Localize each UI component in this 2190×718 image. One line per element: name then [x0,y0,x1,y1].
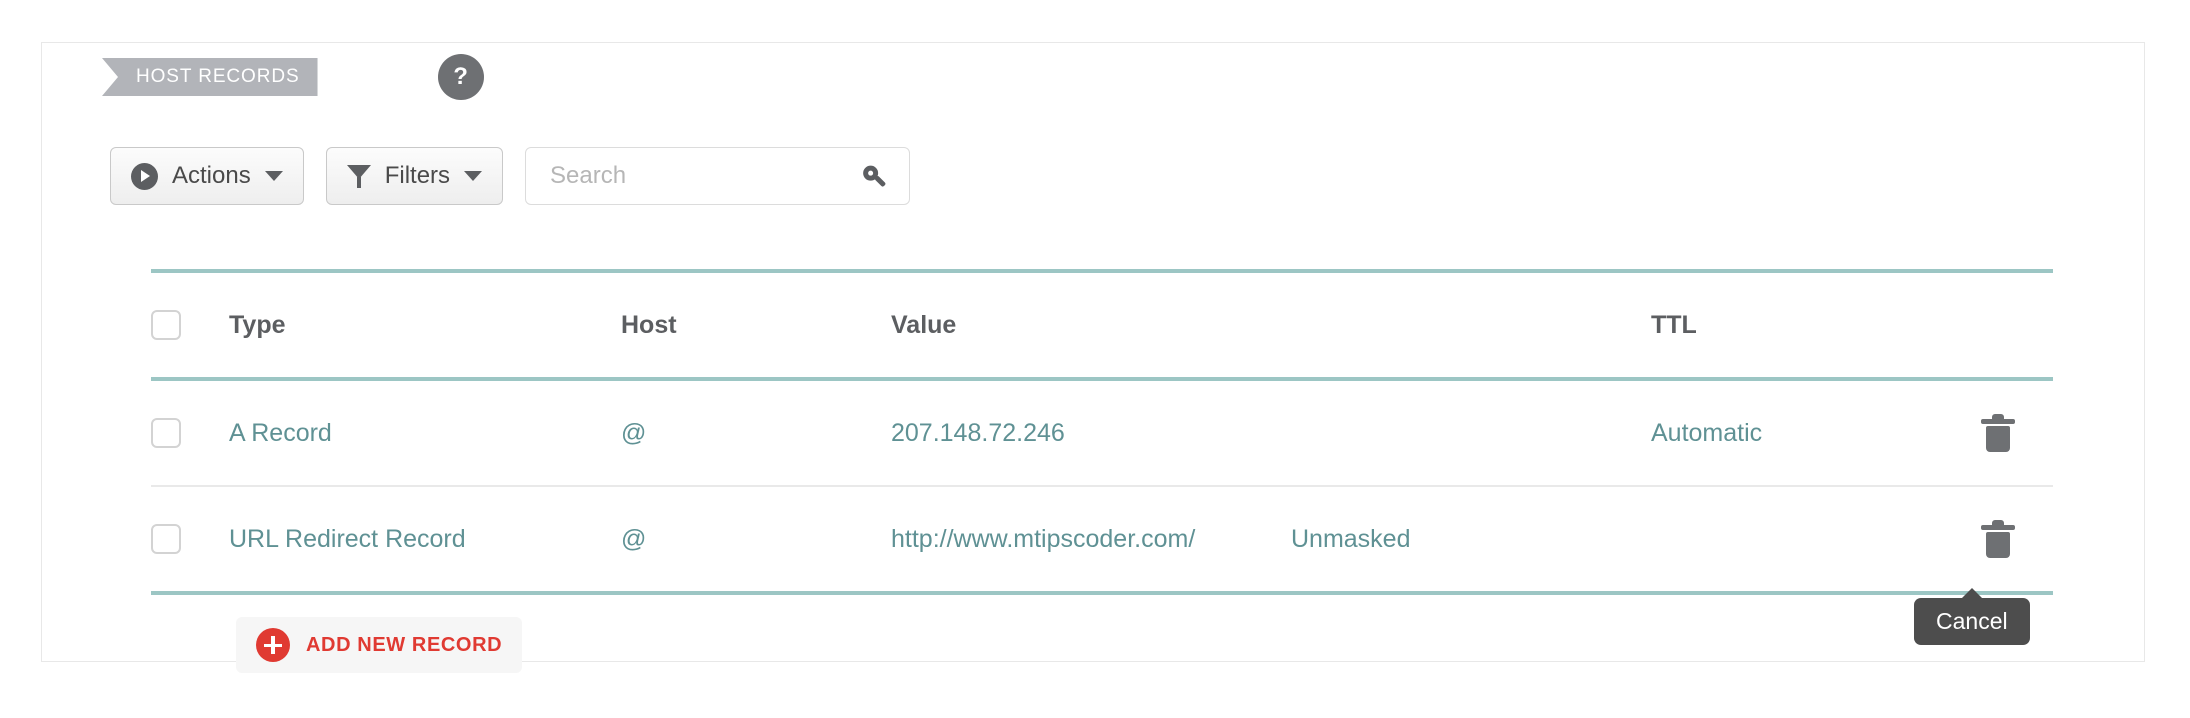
cell-actions [1981,414,2053,452]
cell-host[interactable]: @ [621,419,891,448]
search-box[interactable] [525,147,911,205]
trash-icon-lid [1981,525,2015,530]
play-circle-icon [131,162,158,190]
cell-value[interactable]: http://www.mtipscoder.com/ [891,525,1291,554]
cell-host[interactable]: @ [621,525,891,554]
trash-icon-body [1986,532,2010,558]
select-all-checkbox[interactable] [151,310,181,340]
cell-extra: Unmasked [1291,524,1411,553]
row-checkbox[interactable] [151,418,181,448]
cell-type[interactable]: A Record [229,419,621,448]
add-new-record-button[interactable]: ADD NEW RECORD [236,617,523,673]
column-header-value[interactable]: Value [891,311,1291,340]
column-header-host[interactable]: Host [621,311,891,340]
table-toolbar: Actions Filters [110,147,911,205]
table-footer: ADD NEW RECORD [151,609,2053,685]
chevron-down-icon [464,171,483,181]
column-header-ttl[interactable]: TTL [1651,311,1981,340]
search-icon[interactable] [857,156,897,196]
cancel-tooltip-label: Cancel [1936,608,2008,634]
panel-header: HOST RECORDS ? [102,54,484,100]
filter-funnel-icon [346,163,371,189]
column-header-type[interactable]: Type [229,311,621,340]
cell-actions [1981,520,2053,558]
help-icon[interactable]: ? [437,54,484,100]
plus-circle-icon [256,628,290,662]
page-root: HOST RECORDS ? Actions Filters Search Ty… [0,0,2190,718]
cell-ttl[interactable]: Automatic [1651,419,1981,448]
trash-icon[interactable] [1981,414,2015,452]
host-records-panel: HOST RECORDS ? Actions Filters Search Ty… [41,42,2145,673]
table-header-row: Type Host Value TTL [151,273,2053,377]
select-all-cell [151,310,229,340]
filters-button-label: Filters [384,162,451,189]
actions-button-label: Actions [172,162,251,189]
table-row: URL Redirect Record @ http://www.mtipsco… [151,487,2053,591]
filters-button[interactable]: Filters [325,147,504,205]
table-bottom-rule [151,591,2053,595]
cancel-tooltip: Cancel [1914,587,2030,646]
trash-icon-lid [1981,419,2015,424]
row-select-cell [151,524,229,554]
chevron-down-icon [264,171,283,181]
add-new-record-label: ADD NEW RECORD [306,633,503,656]
trash-icon[interactable] [1981,520,2015,558]
host-records-ribbon: HOST RECORDS [102,58,318,96]
panel-title: HOST RECORDS [136,66,300,87]
help-icon-glyph: ? [453,63,468,90]
search-input[interactable] [548,161,864,191]
row-select-cell [151,418,229,448]
cell-type[interactable]: URL Redirect Record [229,525,621,554]
row-checkbox[interactable] [151,524,181,554]
actions-button[interactable]: Actions [110,147,304,205]
host-records-table: Type Host Value TTL A Record @ 207.148.7… [151,269,2053,595]
cell-value[interactable]: 207.148.72.246 [891,419,1291,448]
trash-icon-body [1986,426,2010,452]
table-row: A Record @ 207.148.72.246 Automatic [151,381,2053,485]
